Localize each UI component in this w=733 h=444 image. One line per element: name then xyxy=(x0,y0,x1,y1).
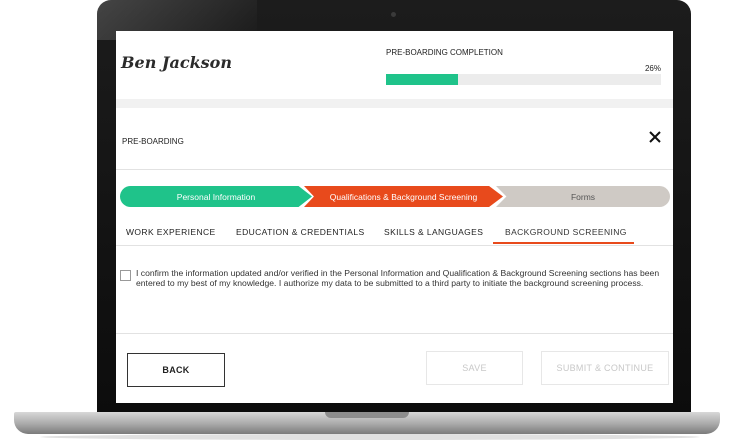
progress-bar-fill xyxy=(386,74,458,85)
save-button[interactable]: SAVE xyxy=(426,351,523,385)
close-icon xyxy=(649,131,661,143)
step-label: Qualifications & Background Screening xyxy=(329,191,478,202)
step-qualifications-background-screening[interactable]: Qualifications & Background Screening xyxy=(304,186,503,207)
laptop-shadow xyxy=(40,434,700,440)
tab-skills-languages[interactable]: SKILLS & LANGUAGES xyxy=(384,227,483,246)
laptop-camera xyxy=(391,12,396,17)
close-button[interactable] xyxy=(647,129,663,145)
divider xyxy=(116,169,673,170)
laptop-screen: Ben Jackson PRE-BOARDING COMPLETION 26% … xyxy=(116,31,673,403)
app-header: Ben Jackson PRE-BOARDING COMPLETION 26% xyxy=(116,31,673,97)
divider xyxy=(116,245,673,246)
submit-continue-button[interactable]: SUBMIT & CONTINUE xyxy=(541,351,669,385)
active-tab-indicator xyxy=(493,242,634,244)
user-name: Ben Jackson xyxy=(121,53,232,72)
divider xyxy=(116,333,673,334)
progress-title: PRE-BOARDING COMPLETION xyxy=(386,48,503,57)
consent-checkbox[interactable] xyxy=(120,270,131,281)
stepper: Personal Information Qualifications & Ba… xyxy=(120,186,670,207)
laptop-notch xyxy=(325,412,409,418)
step-label: Personal Information xyxy=(176,191,256,202)
step-forms[interactable]: Forms xyxy=(496,186,670,207)
tab-work-experience[interactable]: WORK EXPERIENCE xyxy=(126,227,216,246)
progress-percent: 26% xyxy=(644,64,661,73)
step-personal-information[interactable]: Personal Information xyxy=(120,186,312,207)
step-label: Forms xyxy=(570,191,596,202)
progress-bar xyxy=(386,74,661,85)
tab-bar: WORK EXPERIENCE EDUCATION & CREDENTIALS … xyxy=(116,227,673,247)
tab-education-credentials[interactable]: EDUCATION & CREDENTIALS xyxy=(236,227,365,246)
consent-text: I confirm the information updated and/or… xyxy=(136,268,660,288)
back-button[interactable]: BACK xyxy=(127,353,225,387)
panel-title: PRE-BOARDING xyxy=(122,137,184,146)
header-divider xyxy=(116,99,673,108)
